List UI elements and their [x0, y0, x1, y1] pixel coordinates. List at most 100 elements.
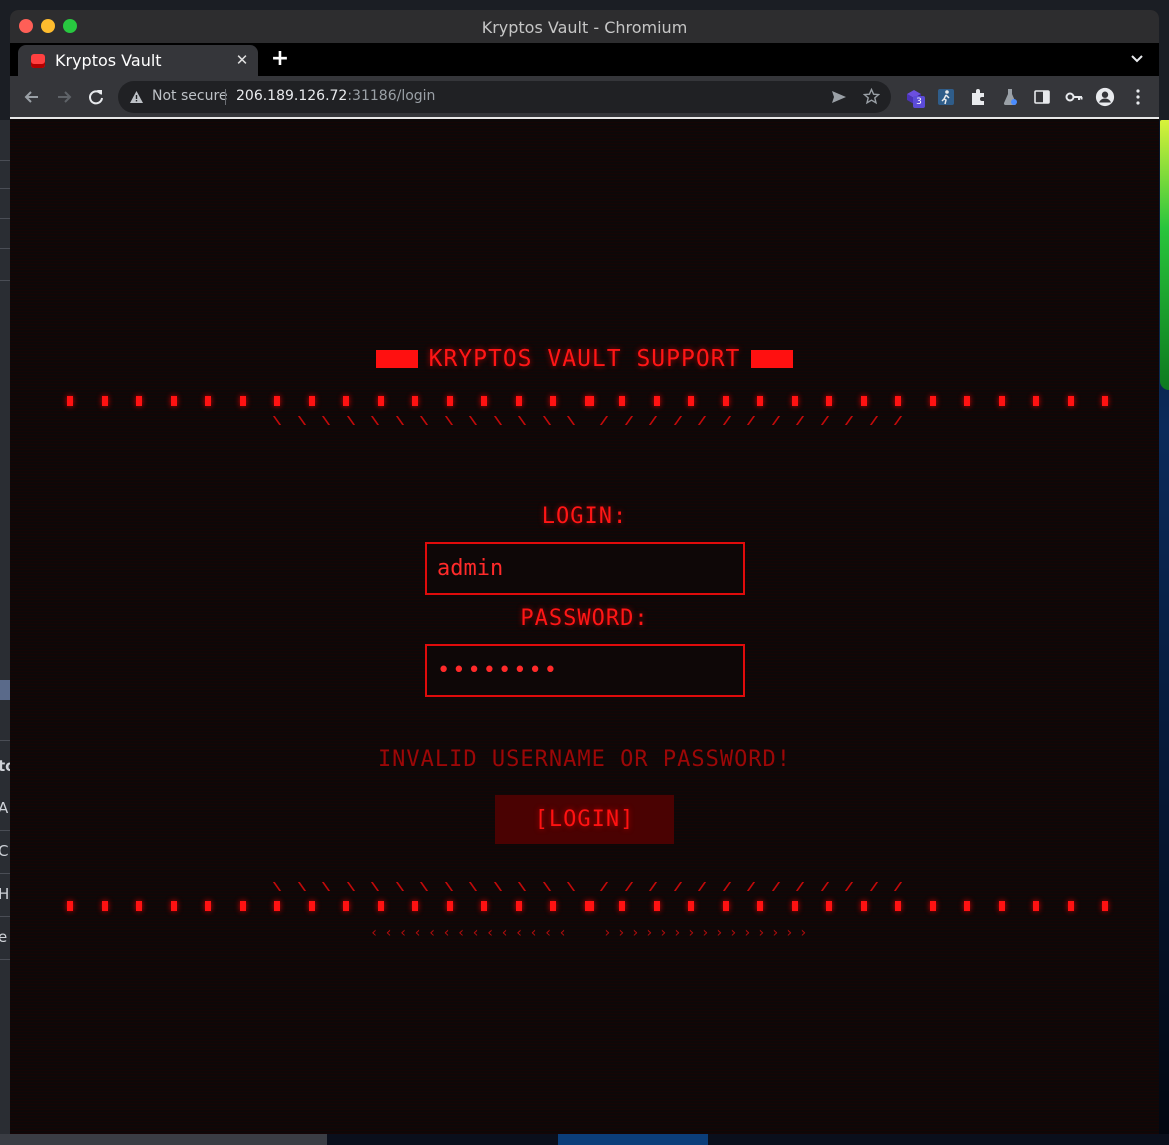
divider-slash	[346, 416, 355, 425]
divider-dot	[998, 396, 1005, 406]
extensions-puzzle-icon[interactable]	[968, 87, 988, 107]
side-panel-icon[interactable]	[1032, 87, 1052, 107]
divider-chevron: ›	[617, 925, 626, 941]
divider-dot	[964, 901, 970, 911]
login-button[interactable]: [LOGIN]	[495, 795, 674, 844]
divider-slash	[795, 416, 805, 425]
divider-slash	[493, 416, 502, 425]
taskbar-segment	[558, 1134, 708, 1145]
error-message: INVALID USERNAME OR PASSWORD!	[377, 747, 792, 772]
address-bar[interactable]: Not secure 206.189.126.72:31186/login	[118, 81, 891, 113]
labs-flask-icon[interactable]	[1000, 87, 1020, 107]
divider	[0, 740, 10, 741]
browser-window: Kryptos Vault - Chromium Kryptos Vault ✕…	[10, 10, 1159, 1134]
divider-slash	[746, 882, 756, 891]
page-viewport: KRYPTOS VAULT SUPPORT LOGIN: PASSWORD: I…	[10, 120, 1159, 1134]
divider-slash	[820, 416, 829, 425]
page-title: KRYPTOS VAULT SUPPORT	[428, 346, 741, 372]
divider-dot	[653, 901, 660, 911]
divider-dot	[205, 396, 211, 406]
divider-dot	[101, 901, 108, 911]
tab-kryptos-vault[interactable]: Kryptos Vault ✕	[18, 45, 258, 76]
divider-dot	[308, 396, 315, 406]
extension-figure-icon[interactable]	[936, 87, 956, 107]
divider-dot	[1102, 901, 1108, 911]
divider-chevron: ‹	[471, 925, 480, 941]
divider-slash	[493, 882, 502, 891]
divider-dot	[205, 901, 211, 911]
divider-slash	[820, 882, 829, 891]
extension-badge: 3	[913, 96, 925, 108]
divider-slash	[517, 416, 527, 425]
desktop-text: H	[0, 885, 10, 903]
divider-slash	[468, 882, 478, 891]
divider-dot	[136, 396, 142, 406]
back-arrow-icon[interactable]	[22, 87, 42, 107]
divider-chevron: ›	[701, 925, 710, 941]
divider-dot	[481, 901, 487, 911]
warning-icon[interactable]	[129, 90, 144, 104]
reload-icon[interactable]	[86, 87, 106, 107]
divider-dot	[998, 901, 1005, 911]
page-header: KRYPTOS VAULT SUPPORT	[10, 346, 1159, 372]
divider-dot	[136, 901, 142, 911]
divider-dot	[688, 396, 694, 406]
browser-menu-icon[interactable]	[1128, 87, 1148, 107]
wallpaper-shape	[1160, 120, 1169, 390]
divider-dot	[895, 396, 901, 406]
divider-dot	[239, 396, 246, 406]
bookmark-star-icon[interactable]	[863, 88, 880, 105]
divider-dot	[722, 901, 729, 911]
divider-chevron: ›	[757, 925, 766, 941]
new-tab-button[interactable]: +	[268, 48, 292, 72]
send-tab-icon[interactable]	[831, 89, 847, 105]
divider-chevron: ‹	[558, 925, 567, 941]
divider-chevron: ‹	[442, 925, 451, 941]
divider-slash	[468, 416, 478, 425]
divider-slash	[517, 882, 527, 891]
title-bar: Kryptos Vault - Chromium	[10, 10, 1159, 43]
divider-slash	[697, 882, 707, 891]
divider-slash	[542, 416, 551, 425]
divider-chevron: ›	[715, 925, 724, 941]
forward-arrow-icon[interactable]	[54, 87, 74, 107]
divider-chevron: ‹	[529, 925, 538, 941]
password-input[interactable]	[425, 644, 745, 697]
divider-dot	[895, 901, 901, 911]
divider-slash	[795, 882, 805, 891]
divider-slash	[272, 416, 282, 425]
heading-bar-left	[376, 350, 418, 368]
divider	[0, 188, 10, 189]
divider-chevron: ›	[771, 925, 780, 941]
divider-chevron: ›	[743, 925, 752, 941]
tab-search-chevron-icon[interactable]	[1129, 51, 1145, 67]
divider-slash	[624, 416, 633, 425]
browser-toolbar: Not secure 206.189.126.72:31186/login 3	[10, 76, 1159, 119]
divider-dot	[101, 396, 108, 406]
divider-dot	[515, 396, 522, 406]
divider-slash	[272, 882, 282, 891]
divider-chevron: ›	[687, 925, 696, 941]
divider-dot	[515, 901, 522, 911]
divider-slash	[869, 416, 878, 425]
divider-slash	[844, 416, 854, 425]
profile-avatar-icon[interactable]	[1095, 87, 1115, 107]
close-tab-icon[interactable]: ✕	[232, 50, 252, 70]
divider-slash	[321, 882, 331, 891]
divider-dot	[860, 901, 867, 911]
divider-slash	[566, 416, 576, 425]
username-input[interactable]	[425, 542, 745, 595]
dot-divider-bottom	[10, 901, 1159, 913]
divider	[0, 873, 10, 874]
heading-bar-right	[751, 350, 793, 368]
divider-dot	[343, 396, 349, 406]
divider-slash	[673, 416, 682, 425]
divider-dot	[1102, 396, 1108, 406]
url-text[interactable]: 206.189.126.72:31186/login	[236, 88, 435, 104]
password-key-icon[interactable]	[1064, 87, 1084, 107]
divider-chevron: ‹	[370, 925, 379, 941]
divider-dot	[860, 396, 867, 406]
desktop-text: A	[0, 799, 9, 817]
extension-cube-icon[interactable]: 3	[904, 87, 925, 108]
security-label[interactable]: Not secure	[152, 88, 228, 104]
